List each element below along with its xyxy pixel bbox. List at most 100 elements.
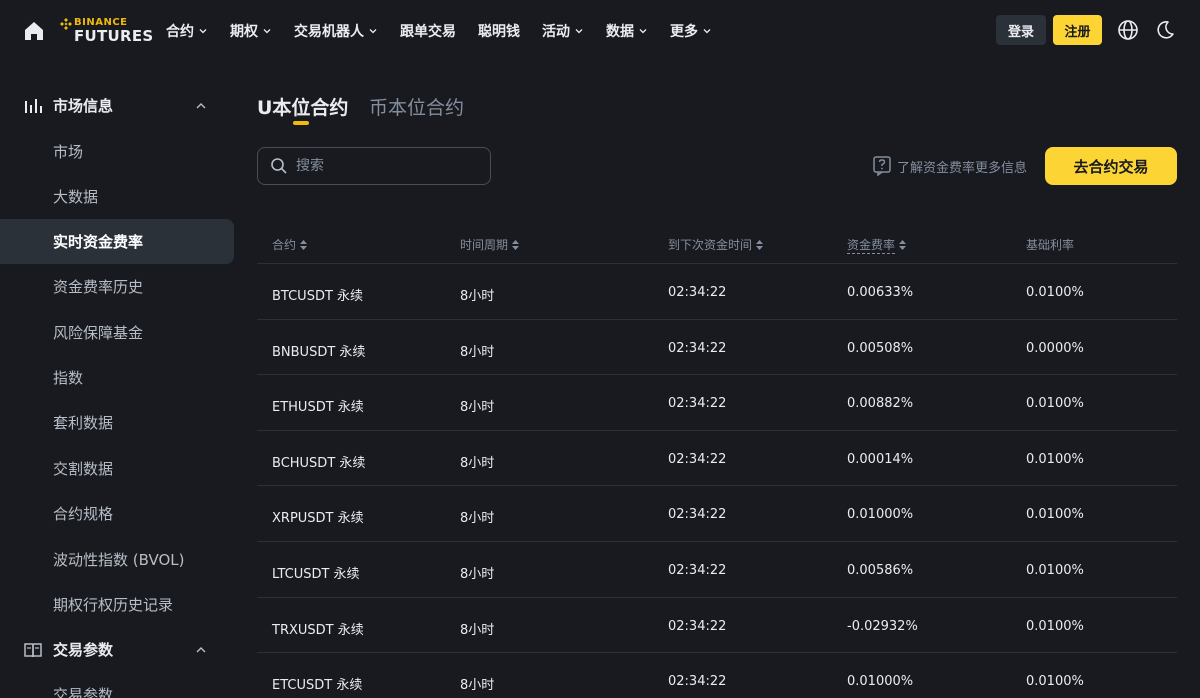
column-label: 时间周期 bbox=[460, 238, 509, 252]
sidebar-item-index[interactable]: 指数 bbox=[0, 355, 234, 400]
moon-icon[interactable] bbox=[1155, 20, 1175, 40]
globe-icon[interactable] bbox=[1117, 19, 1139, 41]
sidebar-item-realtime-funding-rate[interactable]: 实时资金费率 bbox=[0, 219, 234, 264]
column-header-interval[interactable]: 时间周期 bbox=[460, 236, 520, 253]
main-nav: 合约 期权 交易机器人 跟单交易 聪明钱 活动 数据 更多 bbox=[166, 0, 734, 62]
sidebar-item-big-data[interactable]: 大数据 bbox=[0, 174, 234, 219]
nav-item-futures[interactable]: 合约 bbox=[166, 21, 208, 41]
cell-countdown: 02:34:22 bbox=[668, 674, 727, 690]
nav-item-copy-trading[interactable]: 跟单交易 bbox=[400, 21, 456, 41]
table-row[interactable]: BCHUSDT 永续 8小时 02:34:22 0.00014% 0.0100% bbox=[257, 431, 1177, 487]
active-tab-indicator bbox=[293, 121, 309, 125]
sidebar-item-delivery-data[interactable]: 交割数据 bbox=[0, 446, 234, 491]
tab-coinm-futures[interactable]: 币本位合约 bbox=[369, 93, 464, 120]
table-row[interactable]: LTCUSDT 永续 8小时 02:34:22 0.00586% 0.0100% bbox=[257, 542, 1177, 598]
column-label: 基础利率 bbox=[1026, 238, 1075, 252]
sort-icon bbox=[300, 239, 308, 250]
sort-icon bbox=[512, 239, 520, 250]
cell-funding-rate: 0.00014% bbox=[847, 451, 914, 467]
cell-interval: 8小时 bbox=[460, 289, 495, 304]
logo-text-futures: FUTURES bbox=[74, 27, 154, 45]
cell-contract: BTCUSDT 永续 bbox=[272, 289, 364, 304]
sidebar-item-funding-rate-history[interactable]: 资金费率历史 bbox=[0, 264, 234, 309]
chevron-up-icon bbox=[196, 103, 206, 109]
cell-contract: ETCUSDT 永续 bbox=[272, 678, 363, 694]
nav-label: 期权 bbox=[230, 24, 258, 40]
chevron-down-icon bbox=[369, 29, 377, 34]
nav-item-options[interactable]: 期权 bbox=[230, 21, 272, 41]
search-box[interactable] bbox=[257, 147, 491, 185]
table-row[interactable]: XRPUSDT 永续 8小时 02:34:22 0.01000% 0.0100% bbox=[257, 486, 1177, 542]
sidebar-item-trading-params[interactable]: 交易参数 bbox=[0, 672, 234, 698]
sidebar-item-insurance-fund[interactable]: 风险保障基金 bbox=[0, 310, 234, 355]
cell-interest-rate: 0.0100% bbox=[1026, 507, 1084, 523]
chevron-down-icon bbox=[703, 29, 711, 34]
sidebar-group-market-info[interactable]: 市场信息 bbox=[0, 83, 234, 128]
cell-funding-rate: 0.00508% bbox=[847, 340, 914, 356]
column-label: 到下次资金时间 bbox=[668, 238, 753, 252]
table-row[interactable]: ETHUSDT 永续 8小时 02:34:22 0.00882% 0.0100% bbox=[257, 375, 1177, 431]
book-icon bbox=[24, 643, 42, 658]
cell-interval: 8小时 bbox=[460, 400, 495, 416]
column-header-contract[interactable]: 合约 bbox=[272, 236, 308, 253]
cell-countdown: 02:34:22 bbox=[668, 618, 727, 634]
binance-logo-icon bbox=[60, 18, 72, 30]
sidebar-group-trading-params[interactable]: 交易参数 bbox=[0, 627, 234, 672]
cell-funding-rate: 0.00882% bbox=[847, 396, 914, 412]
sidebar-item-contract-specs[interactable]: 合约规格 bbox=[0, 491, 234, 536]
cell-contract: LTCUSDT 永续 bbox=[272, 566, 360, 582]
cell-interest-rate: 0.0100% bbox=[1026, 451, 1084, 467]
nav-label: 跟单交易 bbox=[400, 24, 456, 40]
register-button[interactable]: 注册 bbox=[1053, 15, 1102, 45]
cell-interest-rate: 0.0100% bbox=[1026, 562, 1084, 578]
cell-funding-rate: 0.01000% bbox=[847, 674, 914, 690]
table-row[interactable]: ETCUSDT 永续 8小时 02:34:22 0.01000% 0.0100% bbox=[257, 653, 1177, 698]
chevron-down-icon bbox=[263, 29, 271, 34]
cell-interval: 8小时 bbox=[460, 622, 495, 638]
cell-contract: BCHUSDT 永续 bbox=[272, 455, 366, 471]
cell-interval: 8小时 bbox=[460, 566, 495, 582]
table-row[interactable]: BNBUSDT 永续 8小时 02:34:22 0.00508% 0.0000% bbox=[257, 320, 1177, 376]
binance-futures-logo[interactable]: BINANCE FUTURES bbox=[60, 16, 153, 46]
table-row[interactable]: TRXUSDT 永续 8小时 02:34:22 -0.02932% 0.0100… bbox=[257, 598, 1177, 654]
column-header-funding-rate[interactable]: 资金费率 bbox=[847, 236, 907, 254]
cell-interest-rate: 0.0100% bbox=[1026, 618, 1084, 634]
login-button[interactable]: 登录 bbox=[996, 15, 1046, 45]
sort-icon bbox=[756, 239, 764, 250]
top-navigation-bar: BINANCE FUTURES 合约 期权 交易机器人 跟单交易 聪明钱 活动 … bbox=[0, 0, 1200, 62]
sidebar-group-label: 交易参数 bbox=[53, 641, 114, 659]
cell-countdown: 02:34:22 bbox=[668, 451, 727, 467]
sidebar-item-options-exercise-history[interactable]: 期权行权历史记录 bbox=[0, 582, 234, 627]
nav-item-data[interactable]: 数据 bbox=[606, 21, 648, 41]
cell-interval: 8小时 bbox=[460, 678, 495, 694]
tab-usdm-futures[interactable]: U本位合约 bbox=[257, 93, 348, 120]
nav-label: 聪明钱 bbox=[478, 24, 520, 40]
funding-rate-info-link[interactable]: 了解资金费率更多信息 bbox=[873, 156, 1027, 176]
nav-item-trading-bots[interactable]: 交易机器人 bbox=[294, 21, 378, 41]
cell-funding-rate: 0.01000% bbox=[847, 507, 914, 523]
column-header-interest-rate: 基础利率 bbox=[1026, 236, 1074, 253]
home-icon[interactable] bbox=[22, 19, 46, 43]
sidebar-item-bvol[interactable]: 波动性指数 (BVOL) bbox=[0, 537, 234, 582]
chevron-down-icon bbox=[199, 29, 207, 34]
nav-item-smart-money[interactable]: 聪明钱 bbox=[478, 21, 520, 41]
column-label: 资金费率 bbox=[847, 238, 896, 254]
cell-interest-rate: 0.0100% bbox=[1026, 396, 1084, 412]
table-row[interactable]: BTCUSDT 永续 8小时 02:34:22 0.00633% 0.0100% bbox=[257, 264, 1177, 320]
chevron-up-icon bbox=[196, 647, 206, 653]
table-header: 合约 时间周期 到下次资金时间 资金费率 基础利率 bbox=[257, 223, 1177, 264]
cell-countdown: 02:34:22 bbox=[668, 562, 727, 578]
go-to-futures-trading-button[interactable]: 去合约交易 bbox=[1045, 147, 1177, 185]
nav-item-activities[interactable]: 活动 bbox=[542, 21, 584, 41]
sidebar-item-arbitrage-data[interactable]: 套利数据 bbox=[0, 400, 234, 445]
nav-label: 活动 bbox=[542, 24, 570, 40]
column-label: 合约 bbox=[272, 238, 297, 252]
cell-interest-rate: 0.0000% bbox=[1026, 340, 1084, 356]
sidebar-item-market[interactable]: 市场 bbox=[0, 129, 234, 174]
nav-item-more[interactable]: 更多 bbox=[670, 21, 712, 41]
question-icon bbox=[873, 156, 891, 176]
info-link-label: 了解资金费率更多信息 bbox=[897, 160, 1028, 176]
column-header-time-to-next-funding[interactable]: 到下次资金时间 bbox=[668, 236, 764, 253]
cell-countdown: 02:34:22 bbox=[668, 285, 727, 300]
search-input[interactable] bbox=[296, 148, 486, 184]
